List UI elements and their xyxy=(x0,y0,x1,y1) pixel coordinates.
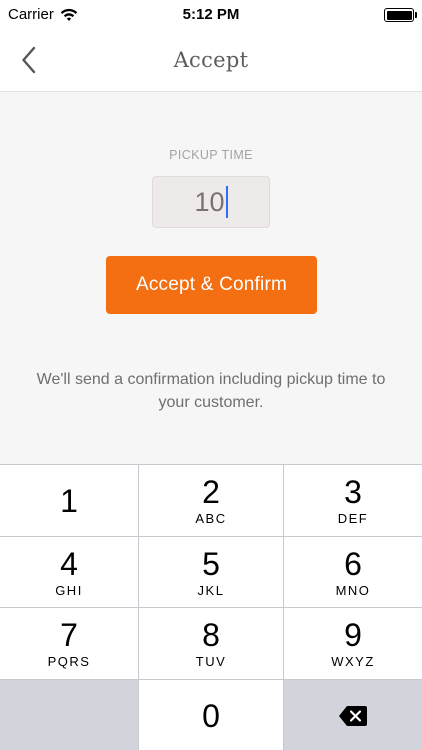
key-5[interactable]: 5 JKL xyxy=(139,537,283,607)
key-9[interactable]: 9 WXYZ xyxy=(284,608,422,679)
key-digit: 1 xyxy=(60,482,78,519)
key-letters: DEF xyxy=(337,511,369,526)
main-content: PICKUP TIME 10 Accept & Confirm We'll se… xyxy=(0,92,422,464)
key-digit: 0 xyxy=(202,697,220,734)
key-digit: 8 xyxy=(202,617,220,653)
key-digit: 3 xyxy=(344,474,362,510)
key-letters: ABC xyxy=(195,511,227,526)
numeric-keypad: 1 2 ABC 3 DEF 4 GHI 5 JKL 6 MNO 7 PQRS 8… xyxy=(0,464,422,750)
key-digit: 4 xyxy=(60,545,78,582)
key-letters: PQRS xyxy=(47,654,91,669)
key-letters: GHI xyxy=(55,582,83,598)
battery-icon xyxy=(384,8,417,22)
key-digit: 9 xyxy=(344,617,362,653)
key-digit: 6 xyxy=(344,545,362,582)
confirmation-info-text: We'll send a confirmation including pick… xyxy=(36,371,386,411)
text-caret xyxy=(225,186,228,218)
key-digit: 2 xyxy=(202,474,220,510)
accept-confirm-button[interactable]: Accept & Confirm xyxy=(106,256,317,314)
status-time: 5:12 PM xyxy=(182,6,240,23)
key-4[interactable]: 4 GHI xyxy=(0,537,138,607)
key-letters: MNO xyxy=(335,582,371,598)
battery-level xyxy=(386,10,412,20)
key-letters: TUV xyxy=(195,654,227,669)
key-2[interactable]: 2 ABC xyxy=(139,465,283,536)
pickup-time-label: PICKUP TIME xyxy=(169,148,253,162)
key-blank xyxy=(0,680,138,750)
key-3[interactable]: 3 DEF xyxy=(284,465,422,536)
key-0[interactable]: 0 xyxy=(139,680,283,750)
delete-key[interactable] xyxy=(284,680,422,750)
key-digit: 5 xyxy=(202,545,220,582)
key-1[interactable]: 1 xyxy=(0,465,138,536)
pickup-time-value: 10 xyxy=(194,186,225,217)
status-bar: Carrier 5:12 PM xyxy=(0,0,422,30)
nav-bar: Accept xyxy=(0,30,422,92)
key-letters: JKL xyxy=(197,582,225,598)
key-digit: 7 xyxy=(60,617,78,653)
key-8[interactable]: 8 TUV xyxy=(139,608,283,679)
page-title: Accept xyxy=(173,48,249,72)
key-letters: WXYZ xyxy=(331,654,375,669)
pickup-time-input[interactable]: 10 xyxy=(152,176,270,228)
key-6[interactable]: 6 MNO xyxy=(284,537,422,607)
backspace-icon xyxy=(339,705,367,726)
key-7[interactable]: 7 PQRS xyxy=(0,608,138,679)
